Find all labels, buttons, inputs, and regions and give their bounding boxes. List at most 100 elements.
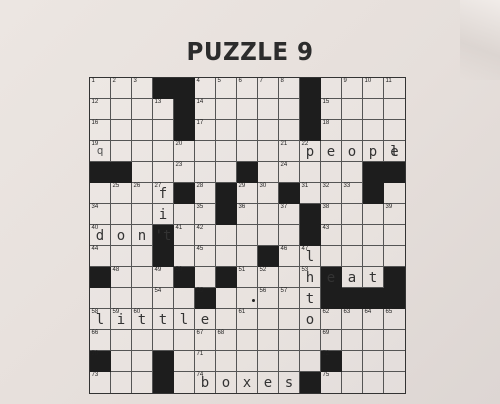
grid-cell[interactable]: 71 (195, 351, 216, 372)
grid-cell[interactable] (300, 162, 321, 183)
grid-cell[interactable] (342, 225, 363, 246)
grid-cell[interactable]: 69 (321, 330, 342, 351)
grid-cell[interactable]: n (132, 225, 153, 246)
grid-cell[interactable] (384, 99, 405, 120)
grid-cell[interactable]: o (342, 141, 363, 162)
grid-cell[interactable] (174, 246, 195, 267)
grid-cell[interactable]: 53 h (300, 267, 321, 288)
grid-cell[interactable]: 42 (195, 225, 216, 246)
grid-cell[interactable]: 4 (195, 78, 216, 99)
grid-cell[interactable]: t (153, 309, 174, 330)
grid-cell[interactable] (216, 99, 237, 120)
grid-cell[interactable] (174, 330, 195, 351)
grid-cell[interactable]: 28 (195, 183, 216, 204)
grid-cell[interactable] (153, 162, 174, 183)
grid-cell[interactable] (132, 372, 153, 393)
grid-cell[interactable] (90, 183, 111, 204)
grid-cell[interactable] (132, 246, 153, 267)
grid-cell[interactable]: 43 (321, 225, 342, 246)
grid-cell[interactable] (279, 120, 300, 141)
grid-cell[interactable]: 16 (90, 120, 111, 141)
grid-cell[interactable] (174, 204, 195, 225)
grid-cell[interactable] (237, 225, 258, 246)
grid-cell[interactable]: 31 (300, 183, 321, 204)
grid-cell[interactable]: 62 (321, 309, 342, 330)
grid-cell[interactable] (153, 141, 174, 162)
grid-cell[interactable] (111, 99, 132, 120)
grid-cell[interactable] (258, 141, 279, 162)
grid-cell[interactable]: 57 (279, 288, 300, 309)
grid-cell[interactable]: 51 (237, 267, 258, 288)
grid-cell[interactable]: 25 (111, 183, 132, 204)
grid-cell[interactable]: 60 t (132, 309, 153, 330)
grid-cell[interactable] (153, 120, 174, 141)
grid-cell[interactable] (237, 120, 258, 141)
grid-cell[interactable] (111, 204, 132, 225)
grid-cell[interactable]: x (237, 372, 258, 393)
grid-cell[interactable]: e (195, 309, 216, 330)
grid-cell[interactable] (174, 288, 195, 309)
grid-cell[interactable] (237, 99, 258, 120)
grid-cell[interactable]: 19 q (90, 141, 111, 162)
grid-cell[interactable]: 58 l (90, 309, 111, 330)
grid-cell[interactable] (363, 246, 384, 267)
grid-cell[interactable]: s (279, 372, 300, 393)
grid-cell[interactable] (342, 99, 363, 120)
grid-cell[interactable] (279, 267, 300, 288)
grid-cell[interactable] (237, 246, 258, 267)
grid-cell[interactable] (174, 351, 195, 372)
grid-cell[interactable]: a (342, 267, 363, 288)
grid-cell[interactable]: 32 (321, 183, 342, 204)
grid-cell[interactable]: 15 (321, 99, 342, 120)
grid-cell[interactable] (300, 351, 321, 372)
grid-cell[interactable] (216, 141, 237, 162)
grid-cell[interactable]: 7 (258, 78, 279, 99)
grid-cell[interactable] (258, 225, 279, 246)
grid-cell[interactable]: 73 (90, 372, 111, 393)
grid-cell[interactable] (216, 246, 237, 267)
grid-cell[interactable]: 12 (90, 99, 111, 120)
grid-cell[interactable]: i (153, 204, 174, 225)
grid-cell[interactable] (111, 141, 132, 162)
grid-cell[interactable] (279, 351, 300, 372)
grid-cell[interactable] (342, 204, 363, 225)
grid-cell[interactable]: 14 (195, 99, 216, 120)
grid-cell[interactable] (279, 225, 300, 246)
grid-cell[interactable]: 10 (363, 78, 384, 99)
grid-cell[interactable]: 46 (279, 246, 300, 267)
grid-cell[interactable]: 5 (216, 78, 237, 99)
grid-cell[interactable] (258, 309, 279, 330)
grid-cell[interactable] (111, 246, 132, 267)
grid-cell[interactable]: 44 (90, 246, 111, 267)
grid-cell[interactable] (153, 330, 174, 351)
grid-cell[interactable]: 49 (153, 267, 174, 288)
grid-cell[interactable]: e (258, 372, 279, 393)
grid-cell[interactable]: 26 (132, 183, 153, 204)
grid-cell[interactable] (216, 309, 237, 330)
grid-cell[interactable] (342, 372, 363, 393)
grid-cell[interactable]: 37 (279, 204, 300, 225)
grid-cell[interactable] (342, 162, 363, 183)
grid-cell[interactable] (363, 372, 384, 393)
grid-cell[interactable] (258, 99, 279, 120)
grid-cell[interactable]: 29 (237, 183, 258, 204)
grid-cell[interactable]: 47 l (300, 246, 321, 267)
grid-cell[interactable]: p (363, 141, 384, 162)
grid-cell[interactable]: 33 (342, 183, 363, 204)
grid-cell[interactable]: 54 (153, 288, 174, 309)
grid-cell[interactable] (216, 288, 237, 309)
grid-cell[interactable]: e (321, 141, 342, 162)
grid-cell[interactable]: 66 (90, 330, 111, 351)
grid-cell[interactable]: l (174, 309, 195, 330)
grid-cell[interactable] (216, 351, 237, 372)
grid-cell[interactable] (195, 267, 216, 288)
grid-cell[interactable] (195, 141, 216, 162)
grid-cell[interactable]: 22 p (300, 141, 321, 162)
grid-cell[interactable]: 23 (174, 162, 195, 183)
grid-cell[interactable] (237, 288, 258, 309)
grid-cell[interactable] (258, 204, 279, 225)
grid-cell[interactable]: 56 (258, 288, 279, 309)
grid-cell[interactable]: le (384, 141, 405, 162)
grid-cell[interactable]: o (111, 225, 132, 246)
grid-cell[interactable] (342, 330, 363, 351)
